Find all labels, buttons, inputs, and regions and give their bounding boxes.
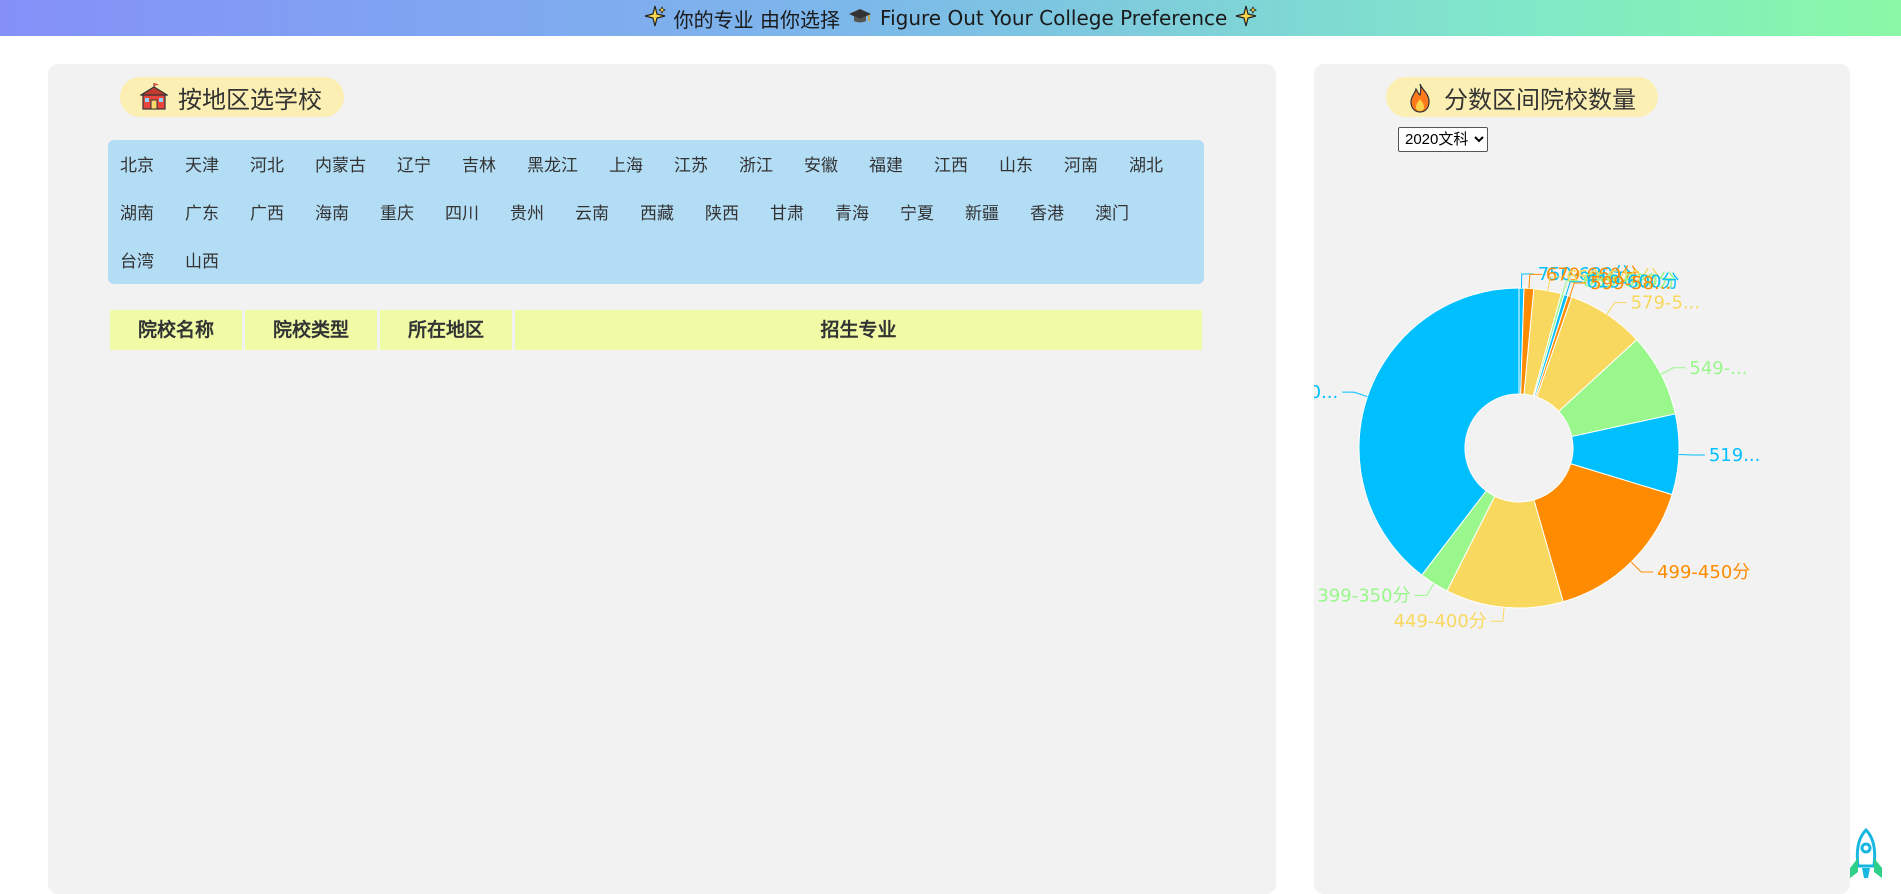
region-item[interactable]: 山西	[185, 238, 219, 286]
region-item[interactable]: 吉林	[462, 142, 496, 190]
score-range-donut-chart: 750-680分679-660分659-640分639-620分619-600分…	[1314, 264, 1761, 632]
col-school-region[interactable]: 所在地区	[380, 310, 512, 350]
region-item[interactable]: 山东	[999, 142, 1033, 190]
region-item[interactable]: 内蒙古	[315, 142, 366, 190]
region-item[interactable]: 江西	[934, 142, 968, 190]
donut-label-line	[1606, 302, 1627, 315]
donut-label-line	[1520, 273, 1534, 289]
donut-label: 599-58...	[1590, 273, 1671, 294]
region-item[interactable]: 上海	[609, 142, 643, 190]
region-item[interactable]: 四川	[445, 190, 479, 238]
region-item[interactable]: 安徽	[804, 142, 838, 190]
region-school-panel: 按地区选学校 北京 天津 河北 内蒙古 辽宁 吉林 黑龙江 上海 江苏 浙江 安徽 福建 江西 山东 河南湖…	[48, 64, 1276, 894]
donut-label-line	[1414, 583, 1435, 596]
region-list: 北京 天津 河北 内蒙古 辽宁 吉林 黑龙江 上海 江苏 浙江 安徽 福建 江西 山东 河南 湖北湖南 广东 广西…	[108, 140, 1204, 284]
region-panel-title-text: 按地区选学校	[178, 85, 322, 114]
region-item[interactable]: 天津	[185, 142, 219, 190]
donut-label: 399-350分	[1317, 585, 1410, 606]
donut-label: 350...	[1314, 382, 1338, 403]
col-school-name[interactable]: 院校名称	[110, 310, 242, 350]
donut-label-line	[1660, 367, 1686, 375]
region-item[interactable]: 重庆	[380, 190, 414, 238]
sparkles-icon	[1235, 5, 1258, 32]
region-item[interactable]: 湖北	[1129, 142, 1163, 190]
region-item[interactable]: 宁夏	[900, 190, 934, 238]
banner-text-en: Figure Out Your College Preference	[880, 6, 1228, 30]
region-item[interactable]: 湖南	[120, 190, 154, 238]
donut-label: 499-450分	[1657, 562, 1750, 583]
rocket-icon[interactable]	[1844, 827, 1888, 882]
region-item[interactable]: 广东	[185, 190, 219, 238]
region-item[interactable]: 江苏	[674, 142, 708, 190]
sparkles-icon	[644, 5, 666, 32]
school-icon	[138, 83, 170, 111]
region-item[interactable]: 新疆	[965, 190, 999, 238]
banner-text-cn: 你的专业 由你选择	[673, 7, 841, 32]
region-panel-title: 按地区选学校	[120, 77, 344, 117]
score-range-panel: 分数区间院校数量 2020文科 750-680分 679-660分 659-640分…	[1314, 64, 1850, 894]
region-item[interactable]: 西藏	[640, 190, 674, 238]
donut-label: 449-400分	[1394, 611, 1487, 632]
region-item[interactable]: 福建	[869, 142, 903, 190]
region-item[interactable]: 海南	[315, 190, 349, 238]
region-item[interactable]: 黑龙江	[527, 142, 578, 190]
region-item[interactable]: 贵州	[510, 190, 544, 238]
col-majors[interactable]: 招生专业	[515, 310, 1202, 350]
region-item[interactable]: 河北	[250, 142, 284, 190]
col-school-type[interactable]: 院校类型	[245, 310, 377, 350]
top-banner: 你的专业 由你选择 Figure Out Your College Prefer…	[0, 0, 1901, 36]
donut-label-line	[1342, 391, 1368, 398]
region-item[interactable]: 青海	[835, 190, 869, 238]
donut-label-line	[1630, 561, 1654, 573]
region-item[interactable]: 河南	[1064, 142, 1098, 190]
region-item[interactable]: 北京	[120, 142, 154, 190]
donut-label-line	[1678, 453, 1705, 456]
donut-label: 549-...	[1689, 358, 1747, 379]
region-item[interactable]: 甘肃	[770, 190, 804, 238]
donut-label-line	[1490, 607, 1505, 622]
region-item[interactable]: 陕西	[705, 190, 739, 238]
region-item[interactable]: 香港	[1030, 190, 1064, 238]
school-table-header: 院校名称 院校类型 所在地区 招生专业	[110, 310, 1202, 350]
region-item[interactable]: 云南	[575, 190, 609, 238]
region-item[interactable]: 澳门	[1095, 190, 1129, 238]
region-item[interactable]: 台湾	[120, 238, 154, 286]
region-item[interactable]: 辽宁	[397, 142, 431, 190]
donut-label: 579-5...	[1631, 293, 1700, 314]
graduation-cap-icon	[848, 6, 872, 31]
region-item[interactable]: 浙江	[739, 142, 773, 190]
region-item[interactable]: 广西	[250, 190, 284, 238]
donut-label: 519...	[1709, 445, 1761, 466]
